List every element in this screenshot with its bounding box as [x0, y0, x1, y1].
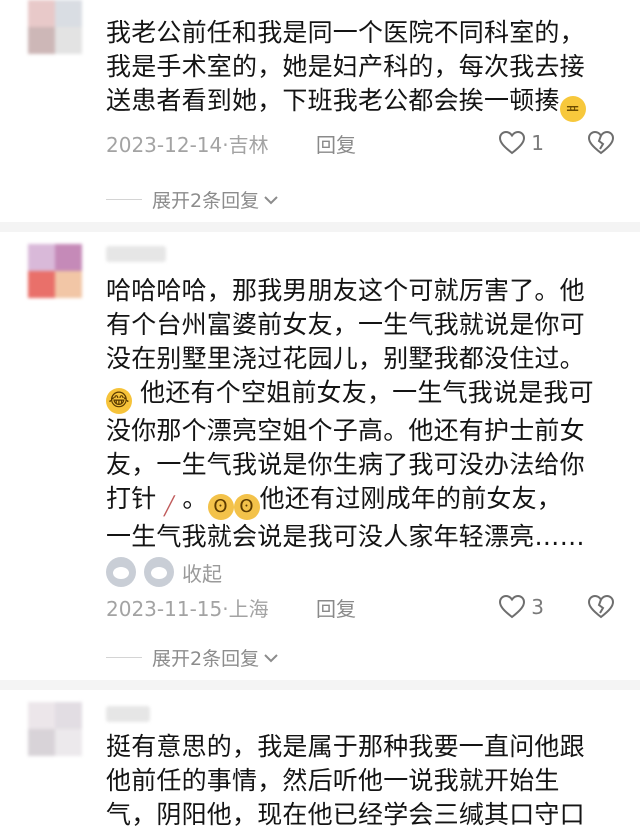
like-button[interactable]: 3 [499, 595, 544, 619]
broken-heart-icon [588, 131, 614, 155]
comment-text: 哈哈哈哈，那我男朋友这个可就厉害了。他 有个台州富婆前女友，一生气我就说是你可 … [106, 276, 594, 551]
username[interactable] [106, 706, 150, 722]
comment-text: 我老公前任和我是同一个医院不同科室的， 我是手术室的，她是妇产科的，每次我去接 … [106, 16, 626, 122]
pleading-emoji-icon: ʘ [233, 494, 260, 520]
section-divider [0, 680, 640, 690]
expand-replies[interactable]: 展开2条回复 [106, 644, 279, 671]
expand-divider-line [106, 199, 142, 200]
comment-meta: 2023-11-15·上海 回复 3 [106, 592, 626, 622]
reply-button[interactable]: 回复 [316, 593, 356, 622]
expand-replies[interactable]: 展开2条回复 [106, 186, 279, 213]
comment-2: 哈哈哈哈，那我男朋友这个可就厉害了。他 有个台州富婆前女友，一生气我就说是你可 … [106, 274, 626, 622]
chevron-down-icon [264, 653, 278, 662]
avatar[interactable] [28, 244, 82, 298]
heart-outline-icon [499, 131, 526, 155]
husky-emoji-icon [106, 557, 136, 587]
dislike-button[interactable] [588, 595, 614, 619]
collapse-button[interactable]: 收起 [182, 558, 222, 587]
comment-meta: 2023-12-14·吉林 回复 1 [106, 128, 626, 158]
broken-heart-icon [588, 595, 614, 619]
expand-label: 展开2条回复 [152, 648, 260, 670]
husky-emoji-icon [144, 557, 174, 587]
comment-1: 我老公前任和我是同一个医院不同科室的， 我是手术室的，她是妇产科的，每次我去接 … [106, 16, 626, 158]
dislike-button[interactable] [588, 131, 614, 155]
username[interactable] [106, 246, 166, 262]
pleading-emoji-icon: ʘ [207, 494, 234, 520]
avatar[interactable] [28, 0, 82, 54]
collapse-row: 收起 [106, 554, 626, 590]
like-count: 3 [531, 595, 544, 619]
heart-outline-icon [499, 595, 526, 619]
syringe-emoji-icon: ╱ [163, 496, 175, 517]
section-divider [0, 222, 640, 232]
comment-date: 2023-11-15·上海 [106, 596, 269, 621]
smirk-emoji-icon: ≖ [559, 96, 586, 122]
chevron-down-icon [264, 195, 278, 204]
expand-divider-line [106, 657, 142, 658]
expand-label: 展开2条回复 [152, 190, 260, 212]
rofl-emoji-icon: 😂 [106, 388, 132, 414]
like-button[interactable]: 1 [499, 131, 544, 155]
like-count: 1 [531, 131, 544, 155]
avatar[interactable] [28, 702, 82, 756]
reply-button[interactable]: 回复 [316, 129, 356, 158]
comment-date: 2023-12-14·吉林 [106, 132, 269, 157]
